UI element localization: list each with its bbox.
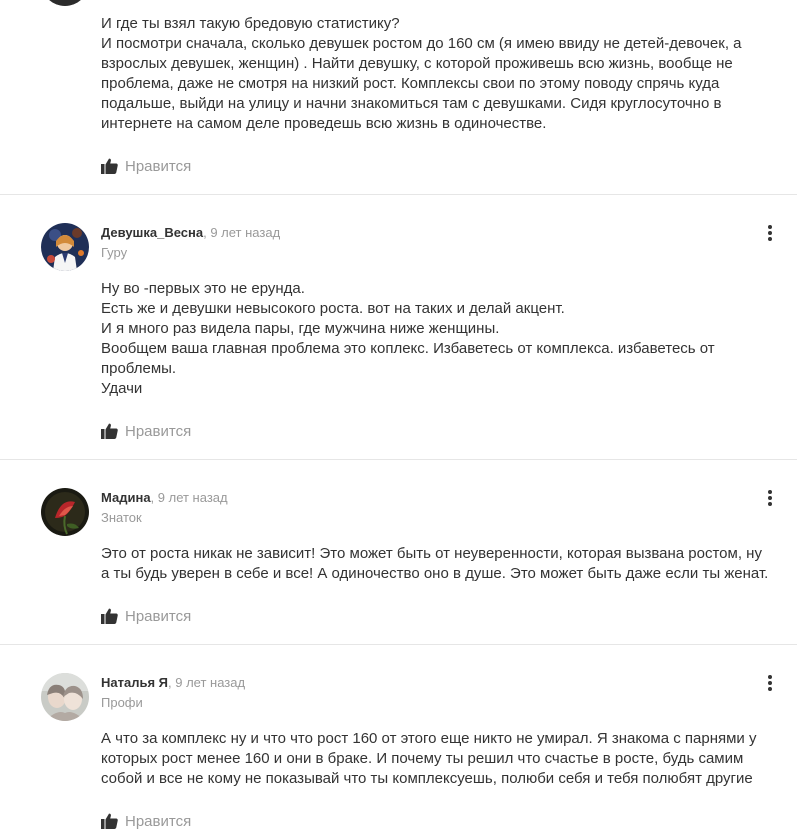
more-vertical-icon — [768, 674, 772, 692]
answer-text: А что за комплекс ну и что что рост 160 … — [101, 729, 766, 789]
thumbs-up-icon — [101, 158, 118, 174]
author-name[interactable]: Наталья Я — [101, 675, 168, 690]
answer-meta: Мадина, 9 лет назад — [101, 490, 228, 506]
author-rank: Гуру — [101, 245, 128, 260]
like-label: Нравится — [125, 607, 192, 625]
avatar[interactable] — [41, 488, 89, 536]
answer-paragraph: И я много раз видела пары, где мужчина н… — [101, 320, 500, 337]
answer-meta: Наталья Я, 9 лет назад — [101, 675, 245, 691]
more-options-button[interactable] — [760, 488, 780, 508]
answer-paragraph: Удачи — [101, 380, 143, 397]
answer-meta: Девушка_Весна, 9 лет назад — [101, 225, 280, 241]
answer-text: Ну во -первых это не ерунда. Есть же и д… — [101, 279, 771, 399]
like-label: Нравится — [125, 812, 192, 830]
like-label: Нравится — [125, 422, 192, 440]
more-options-button[interactable] — [760, 673, 780, 693]
like-button[interactable]: Нравится — [101, 606, 191, 626]
answer-time: , 9 лет назад — [203, 225, 281, 240]
thumbs-up-icon — [101, 423, 118, 439]
author-name[interactable]: Девушка_Весна — [101, 225, 203, 240]
author-name[interactable]: Мадина — [101, 490, 151, 505]
answer-paragraph: Есть же и девушки невысокого роста. вот … — [101, 300, 565, 317]
answer-text: Это от роста никак не зависит! Это может… — [101, 544, 771, 584]
thumbs-up-icon — [101, 813, 118, 829]
answer-paragraph: Ну во -первых это не ерунда. — [101, 280, 305, 297]
more-vertical-icon — [768, 489, 772, 507]
answer-time: , 9 лет назад — [168, 675, 246, 690]
answer-paragraph: И где ты взял такую бредовую статистику? — [101, 15, 400, 32]
like-button[interactable]: Нравится — [101, 811, 191, 831]
thumbs-up-icon — [101, 608, 118, 624]
answer-text: И где ты взял такую бредовую статистику?… — [101, 14, 771, 134]
like-button[interactable]: Нравится — [101, 421, 191, 441]
avatar[interactable] — [41, 673, 89, 721]
divider — [0, 459, 797, 460]
divider — [0, 194, 797, 195]
answer-paragraph: А что за комплекс ну и что что рост 160 … — [101, 730, 757, 787]
answers-feed: И где ты взял такую бредовую статистику?… — [0, 0, 797, 840]
divider — [0, 644, 797, 645]
more-options-button[interactable] — [760, 223, 780, 243]
answer-time: , 9 лет назад — [150, 490, 228, 505]
author-rank: Профи — [101, 695, 143, 710]
answer-paragraph: Это от роста никак не зависит! Это может… — [101, 545, 769, 582]
more-vertical-icon — [768, 224, 772, 242]
like-button[interactable]: Нравится — [101, 156, 191, 176]
avatar[interactable] — [41, 223, 89, 271]
answer-paragraph: Вообщем ваша главная проблема это коплек… — [101, 340, 715, 377]
avatar[interactable] — [41, 0, 89, 6]
author-rank: Знаток — [101, 510, 142, 525]
answer-paragraph: И посмотри сначала, сколько девушек рост… — [101, 35, 742, 132]
like-label: Нравится — [125, 157, 192, 175]
